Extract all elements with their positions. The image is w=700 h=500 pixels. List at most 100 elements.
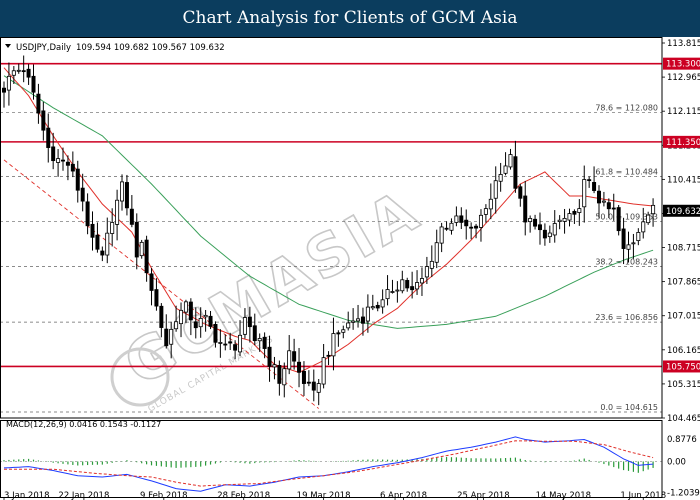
level-price-label: 111.350 [666, 138, 700, 148]
y-tick-label: 110.415 [667, 175, 700, 185]
candle-body [26, 68, 31, 78]
candle-body [6, 75, 11, 91]
macd-y-tick-label: -1.2039 [667, 489, 700, 499]
candle-body [434, 242, 439, 263]
candle-body [424, 266, 429, 278]
candle-body [174, 321, 179, 330]
macd-y-tick-label: 0.00 [667, 457, 686, 467]
y-tick-label: 104.465 [667, 414, 700, 424]
candle-body [311, 381, 316, 391]
candle-body [115, 199, 120, 225]
candle-body [179, 309, 184, 325]
candle-body [385, 289, 390, 300]
candle-body [149, 273, 154, 291]
candle-body [139, 241, 144, 257]
candle-body [110, 222, 115, 234]
candle-body [493, 180, 498, 199]
candle-body [478, 214, 483, 228]
candle-body [282, 368, 287, 386]
candle-body [238, 334, 243, 353]
candle-body [596, 190, 601, 204]
candle-body [587, 179, 592, 182]
candle-body [188, 301, 193, 321]
candle-body [46, 127, 51, 148]
candle-body [252, 325, 257, 342]
x-tick-label: 22 Jan 2018 [58, 491, 109, 500]
candle-body [528, 218, 533, 223]
candle-body [120, 181, 125, 202]
candle-body [297, 361, 302, 373]
x-tick-label: 6 Apr 2018 [380, 491, 427, 500]
candle-body [31, 75, 36, 93]
candle-body [464, 219, 469, 227]
x-tick-label: 3 Jan 2018 [4, 491, 50, 500]
candle-body [257, 338, 262, 342]
candle-body [518, 186, 523, 199]
y-tick-label: 108.715 [667, 244, 700, 254]
candle-body [474, 225, 479, 229]
candle-body [439, 226, 444, 244]
candle-body [247, 316, 252, 328]
candle-body [129, 208, 134, 225]
macd-y-tick-label: 0.8776 [667, 435, 697, 445]
candle-body [183, 301, 188, 313]
candle-body [331, 333, 336, 357]
level-price-label: 113.300 [666, 60, 700, 70]
candle-body [80, 187, 85, 202]
candle-body [223, 343, 228, 346]
candle-body [415, 282, 420, 290]
candle-body [626, 244, 631, 250]
candle-body [449, 222, 454, 231]
candle-body [370, 306, 375, 309]
candle-body [395, 289, 400, 292]
candle-body [316, 383, 321, 393]
candle-body [547, 232, 552, 238]
candle-body [537, 224, 542, 231]
candle-body [454, 215, 459, 223]
y-tick-label: 112.965 [667, 73, 700, 83]
candle-body [134, 221, 139, 258]
candle-body [85, 201, 90, 227]
candle-body [95, 234, 100, 250]
banner-title: Chart Analysis for Clients of GCM Asia [0, 0, 700, 37]
candle-body [616, 207, 621, 232]
candle-body [124, 182, 129, 209]
candle-body [11, 70, 16, 76]
candle-body [356, 318, 361, 322]
x-tick-label: 1 Jun 2018 [620, 491, 666, 500]
candle-body [341, 329, 346, 333]
candle-body [533, 218, 538, 227]
candle-body [277, 365, 282, 384]
candle-body [557, 219, 562, 222]
y-tick-label: 105.315 [667, 380, 700, 390]
candle-body [365, 306, 370, 322]
y-tick-label: 106.165 [667, 346, 700, 356]
candle-body [169, 328, 174, 345]
candle-body [380, 299, 385, 308]
candle-body [351, 320, 356, 323]
candle-body [488, 198, 493, 210]
candle-body [51, 146, 56, 162]
candle-body [218, 342, 223, 344]
level-price-label: 105.750 [666, 362, 700, 372]
candle-body [203, 314, 208, 318]
candle-body [360, 316, 365, 324]
candle-body [601, 200, 606, 203]
candle-body [36, 93, 41, 114]
candle-body [513, 156, 518, 189]
candle-body [419, 278, 424, 284]
x-tick-label: 25 Apr 2018 [457, 491, 510, 500]
current-price-label: 109.632 [666, 207, 700, 217]
candle-body [100, 250, 105, 256]
candle-body [2, 87, 7, 93]
y-tick-label: 107.865 [667, 278, 700, 288]
candle-body [193, 321, 198, 329]
candle-body [611, 207, 616, 210]
candle-body [606, 202, 611, 210]
fib-level-label: 78.6 = 112.080 [595, 104, 658, 113]
candle-body [159, 305, 164, 328]
candle-body [65, 161, 70, 166]
candle-body [646, 214, 651, 224]
price-chart[interactable]: GCMASIAGLOBAL CAPITAL MARKETS 78.6 = 112… [0, 37, 700, 500]
x-tick-label: 14 May 2018 [536, 491, 591, 500]
